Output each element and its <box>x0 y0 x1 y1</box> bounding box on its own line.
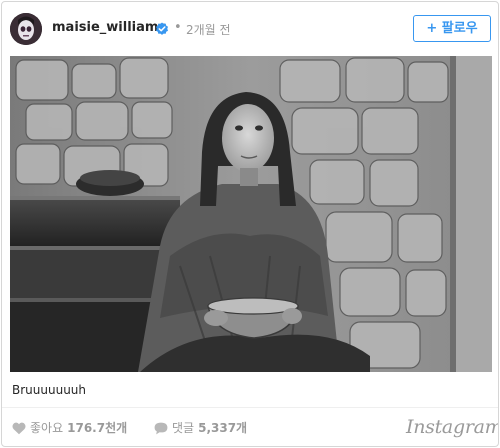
heart-icon <box>12 422 26 438</box>
instagram-embed: maisie_williams • 2개월 전 + 팔로우 Bruuuuuuuh… <box>1 1 499 447</box>
speech-bubble-icon <box>154 422 168 438</box>
instagram-logo[interactable]: Instagram <box>406 416 498 438</box>
comments-stat[interactable]: 댓글 5,337개 <box>154 419 247 438</box>
post-time[interactable]: 2개월 전 <box>186 21 231 38</box>
likes-label: 좋아요 <box>30 421 64 435</box>
likes-stat[interactable]: 좋아요 176.7천개 <box>12 419 127 438</box>
likes-count: 176.7천개 <box>67 421 128 435</box>
post-photo[interactable] <box>10 56 492 372</box>
follow-button[interactable]: + 팔로우 <box>413 15 491 42</box>
avatar[interactable] <box>10 13 42 45</box>
separator-dot: • <box>174 20 182 35</box>
verified-badge-icon <box>155 21 169 35</box>
post-footer: 좋아요 176.7천개 댓글 5,337개 Instagram <box>2 408 498 446</box>
comments-count: 5,337개 <box>198 421 248 435</box>
comments-label: 댓글 <box>172 421 195 435</box>
post-caption: Bruuuuuuuh <box>12 383 87 397</box>
post-header: maisie_williams • 2개월 전 + 팔로우 <box>2 2 498 56</box>
username[interactable]: maisie_williams <box>52 20 166 35</box>
